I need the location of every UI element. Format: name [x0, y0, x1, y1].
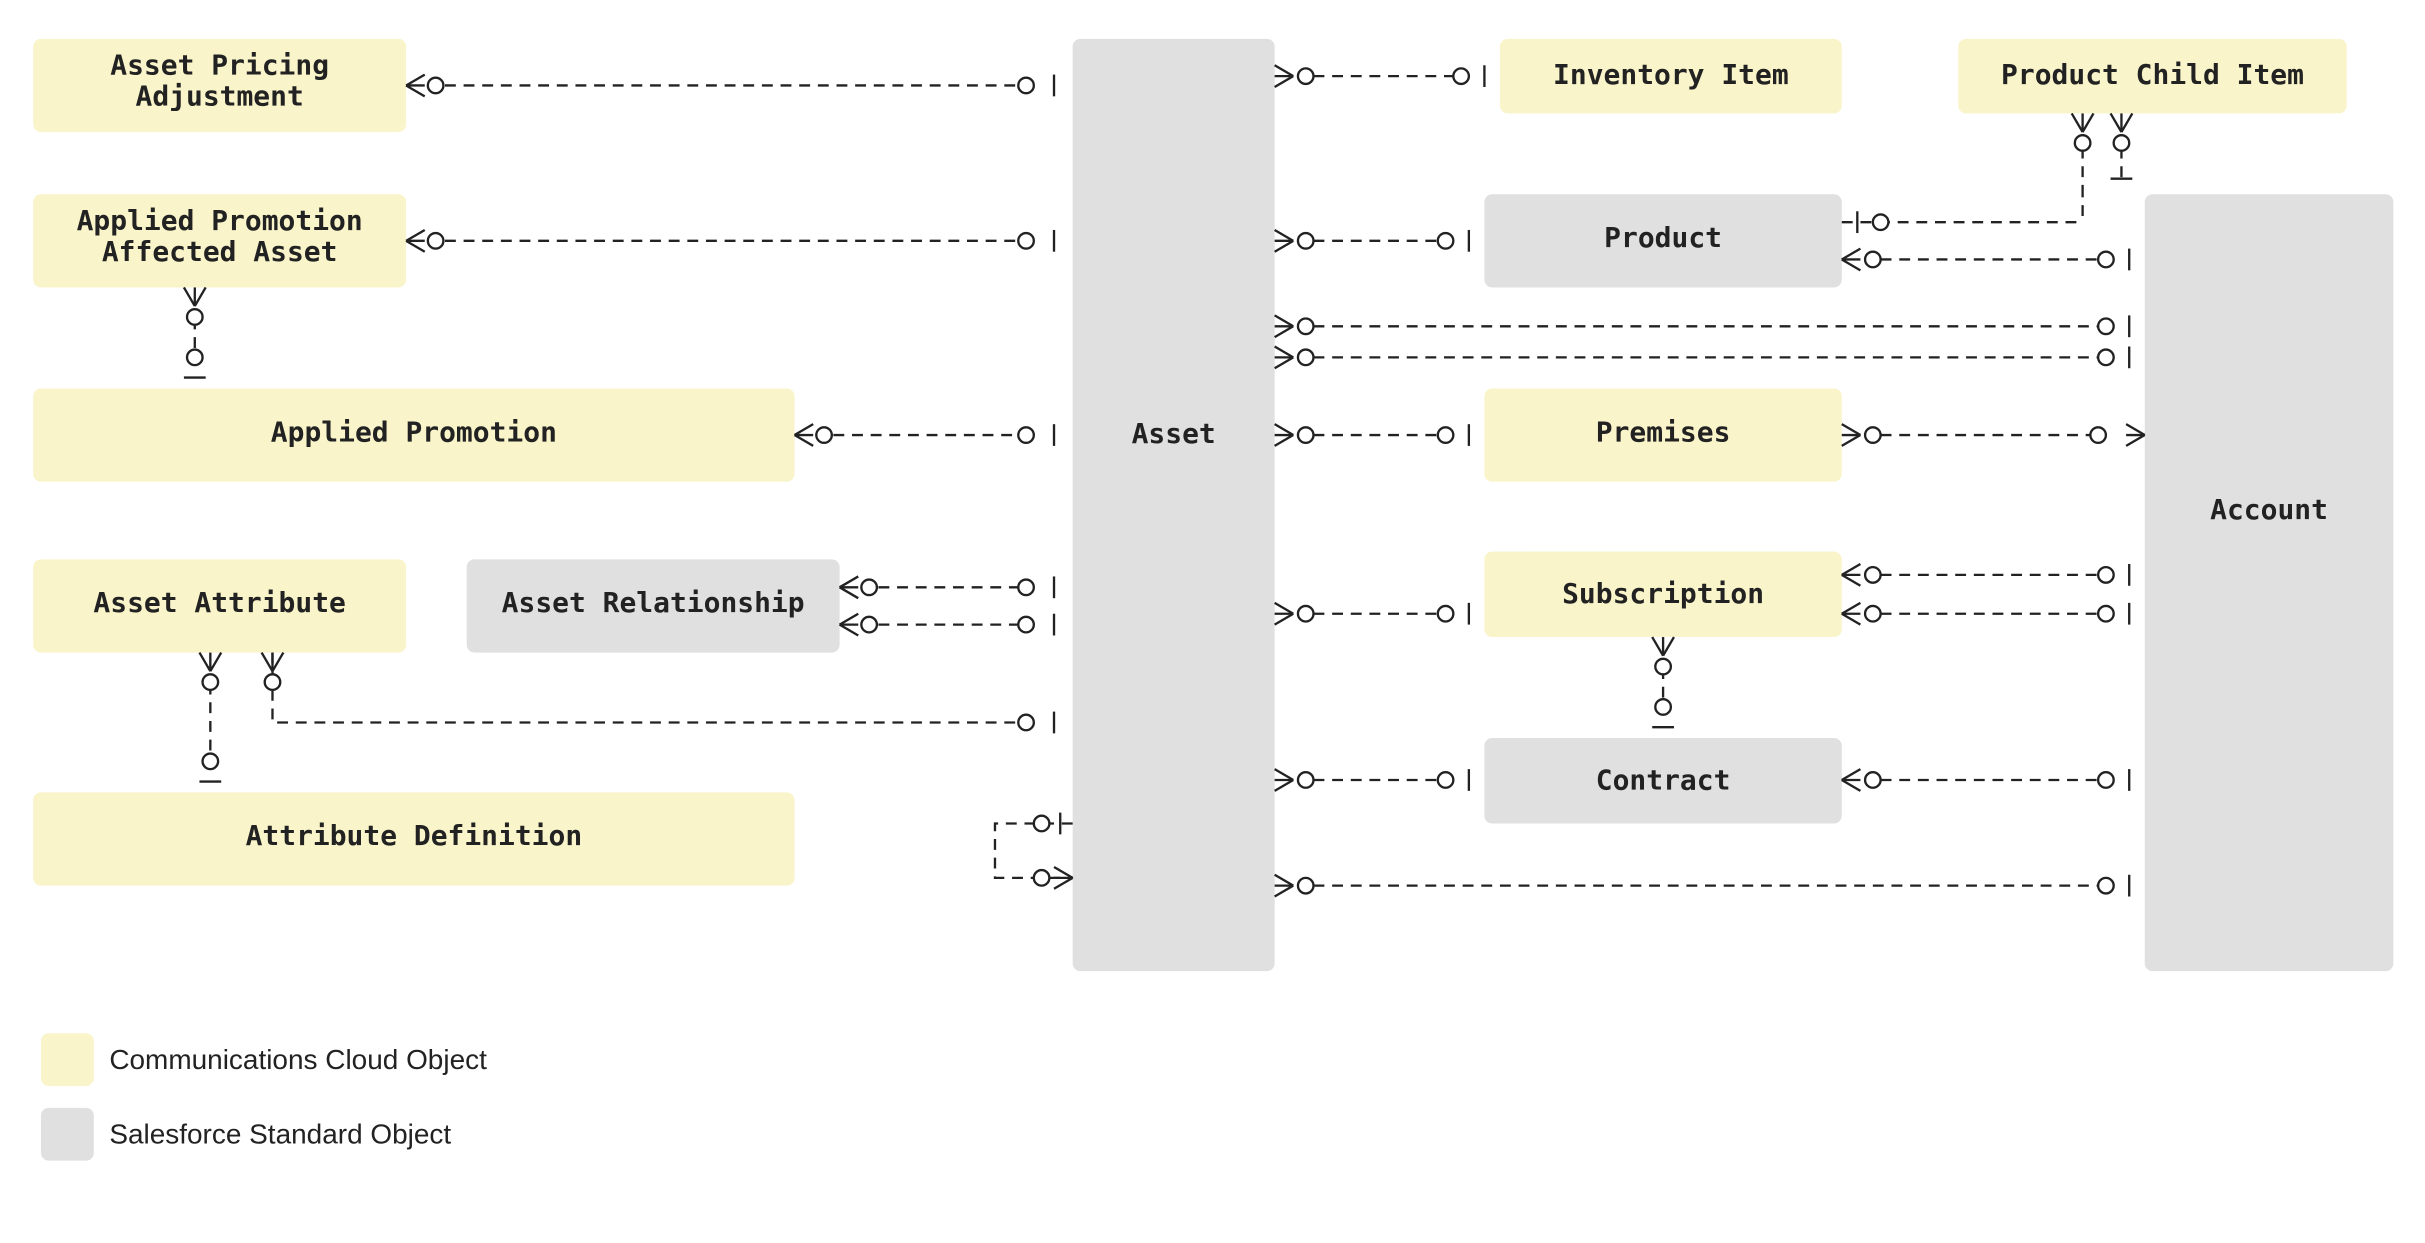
rel-applied-promotion-asset — [795, 424, 1054, 446]
label: Premises — [1596, 415, 1731, 448]
legend-comm-label: Communications Cloud Object — [109, 1044, 487, 1075]
node-contract: Contract — [1484, 738, 1841, 823]
label: Contract — [1596, 763, 1731, 796]
node-asset: Asset — [1073, 39, 1275, 971]
rel-asset-account-b — [1275, 346, 2130, 368]
node-product: Product — [1484, 194, 1841, 287]
node-inventory-item: Inventory Item — [1500, 39, 1842, 114]
label: Inventory Item — [1553, 58, 1789, 91]
rel-asset-attribute-asset — [262, 653, 1054, 734]
node-subscription: Subscription — [1484, 552, 1841, 637]
rel-asset-subscription — [1275, 603, 1469, 625]
rel-applied-promotion-affected-asset-asset — [406, 230, 1054, 252]
label: Applied PromotionAffected Asset — [77, 204, 363, 268]
rel-product-childitem-a — [1842, 113, 2094, 233]
rel-asset-relationship-asset-b — [840, 614, 1054, 636]
legend: Communications Cloud Object Salesforce S… — [41, 1033, 487, 1160]
rel-premises-account — [1842, 424, 2145, 446]
label: Product Child Item — [2001, 58, 2304, 91]
rel-subscription-account-b — [1842, 603, 2129, 625]
node-applied-promotion: Applied Promotion — [33, 388, 794, 481]
rel-asset-contract — [1275, 769, 1469, 791]
node-premises: Premises — [1484, 388, 1841, 481]
node-applied-promotion-affected-asset: Applied PromotionAffected Asset — [33, 194, 406, 287]
legend-std-label: Salesforce Standard Object — [109, 1119, 451, 1150]
rel-asset-inventory-item — [1275, 65, 1485, 87]
rel-asset-product — [1275, 230, 1469, 252]
label: Account — [2210, 493, 2328, 526]
rel-contract-account — [1842, 769, 2129, 791]
rel-asset-self — [995, 813, 1073, 889]
nodes: Asset PricingAdjustment Applied Promotio… — [33, 39, 2393, 971]
label: Applied Promotion — [271, 415, 557, 448]
rel-asset-relationship-asset-a — [840, 576, 1054, 598]
erd-diagram: Asset PricingAdjustment Applied Promotio… — [0, 0, 2425, 1243]
rel-product-account — [1842, 249, 2129, 271]
rel-subscription-contract — [1652, 637, 1674, 727]
node-asset-attribute: Asset Attribute — [33, 559, 406, 652]
label: Asset Relationship — [502, 586, 805, 619]
rel-subscription-account-a — [1842, 564, 2129, 586]
node-asset-relationship: Asset Relationship — [467, 559, 840, 652]
label: Asset — [1132, 417, 1216, 450]
rel-asset-premises — [1275, 424, 1469, 446]
node-account: Account — [2145, 194, 2394, 971]
label: Attribute Definition — [246, 819, 583, 852]
node-product-child-item: Product Child Item — [1958, 39, 2346, 114]
label: Asset PricingAdjustment — [110, 49, 329, 113]
rel-asset-attribute-attrdef — [199, 653, 221, 782]
label: Subscription — [1562, 577, 1764, 610]
rel-asset-pricing-adjustment-asset — [406, 75, 1054, 97]
node-asset-pricing-adjustment: Asset PricingAdjustment — [33, 39, 406, 132]
rel-asset-account-a — [1275, 315, 2130, 337]
rel-apaa-applied-promotion — [184, 287, 206, 377]
rel-product-childitem-b — [2111, 113, 2133, 178]
label: Product — [1604, 221, 1722, 254]
label: Asset Attribute — [93, 586, 345, 619]
node-attribute-definition: Attribute Definition — [33, 792, 794, 885]
rel-asset-account-via-contract-row — [1275, 875, 2130, 897]
